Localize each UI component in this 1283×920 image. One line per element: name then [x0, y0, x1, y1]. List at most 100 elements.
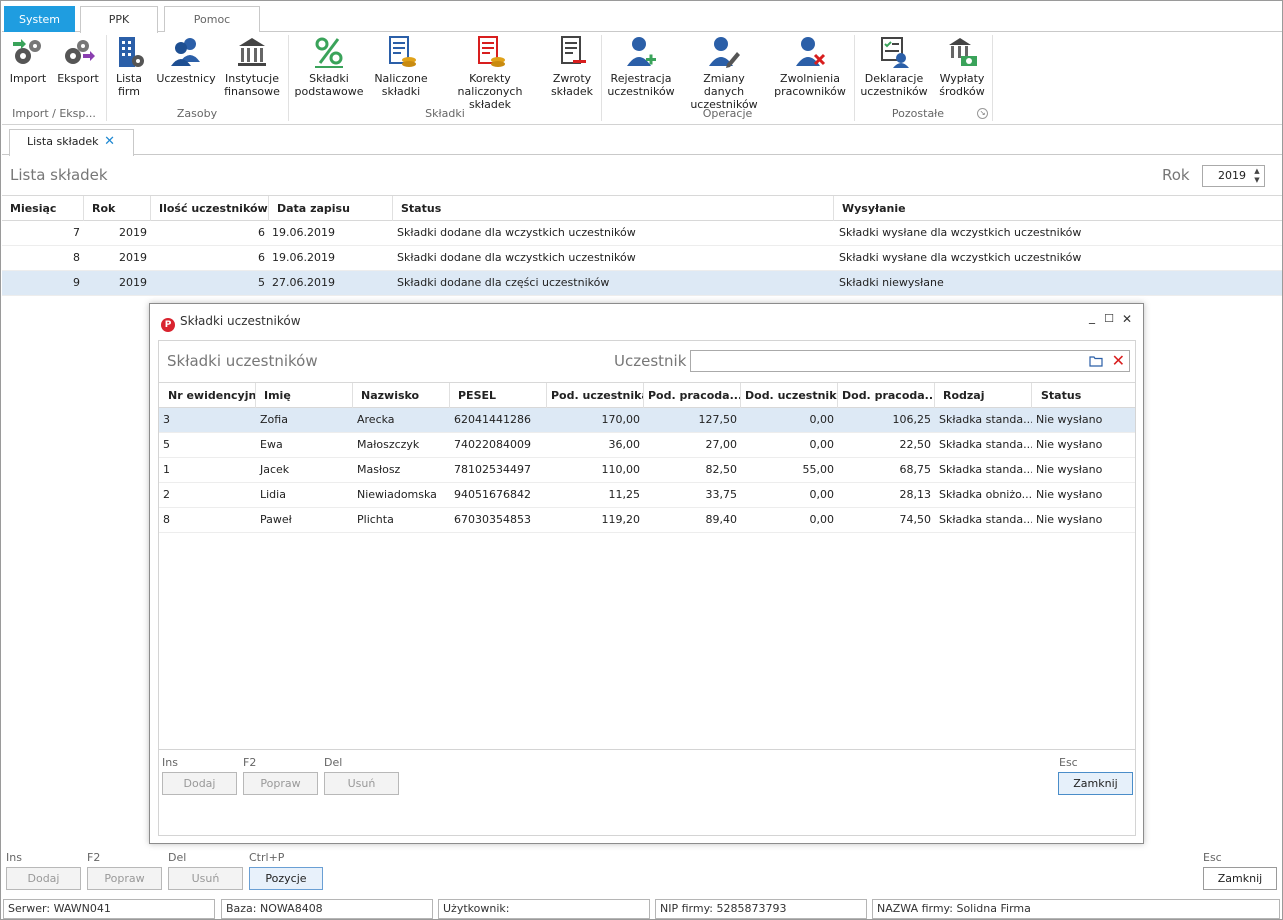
zmiany-danych-uczestnikow-label: Zmiany danych uczestników: [690, 72, 758, 111]
key-hint-f2: F2: [87, 851, 101, 864]
key-hint-del: Del: [324, 756, 343, 769]
cell-dod-pracodawcy: 106,25: [892, 413, 932, 426]
col-dod-uczestnika[interactable]: Dod. uczestnika: [741, 383, 838, 408]
cell-imie: Ewa: [260, 438, 283, 451]
col-nazwisko[interactable]: Nazwisko: [353, 383, 450, 408]
grid-header: Nr ewidencyjny Imię Nazwisko PESEL Pod. …: [159, 382, 1135, 408]
tab-ppk[interactable]: PPK: [80, 6, 158, 33]
col-nr[interactable]: Nr ewidencyjny: [159, 383, 256, 408]
col-data-zapisu[interactable]: Data zapisu: [269, 196, 393, 221]
col-imie[interactable]: Imię: [256, 383, 353, 408]
col-wysylanie[interactable]: Wysyłanie: [834, 196, 1282, 221]
cell-pesel: 74022084009: [454, 438, 531, 451]
cell-pod-uczestnika: 11,25: [608, 488, 641, 501]
deklaracje-uczestnikow-button[interactable]: Deklaracje uczestników: [858, 34, 930, 106]
popraw-button[interactable]: Popraw: [87, 867, 162, 890]
lista-firm-button[interactable]: Lista firm: [110, 34, 148, 106]
cell-status: Składki dodane dla części uczestników: [397, 276, 610, 289]
tab-pomoc[interactable]: Pomoc: [164, 6, 260, 32]
table-row[interactable]: 5 Ewa Małoszczyk 74022084009 36,00 27,00…: [159, 433, 1135, 458]
cell-pod-uczestnika: 36,00: [608, 438, 641, 451]
col-pod-pracodawcy[interactable]: Pod. pracoda...: [644, 383, 741, 408]
dodaj-button[interactable]: Dodaj: [6, 867, 81, 890]
group-launcher-icon[interactable]: ↘: [977, 108, 988, 119]
zwolnienia-pracownikow-button[interactable]: Zwolnienia pracowników: [771, 34, 849, 106]
cell-nr: 1: [163, 463, 170, 476]
skladki-podstawowe-button[interactable]: Składki podstawowe: [293, 34, 365, 106]
cell-rok: 2019: [119, 251, 147, 264]
spinner-arrows-icon[interactable]: ▲ ▼: [1252, 167, 1262, 185]
status-uzytkownik: Użytkownik:: [438, 899, 650, 919]
document-correction-icon: [478, 36, 505, 67]
table-row[interactable]: 8 2019 6 19.06.2019 Składki dodane dla w…: [2, 246, 1282, 271]
close-icon[interactable]: ✕: [1120, 312, 1134, 326]
import-button[interactable]: Import: [7, 34, 49, 106]
clear-icon[interactable]: ✕: [1112, 352, 1125, 370]
col-status[interactable]: Status: [1032, 383, 1135, 408]
cell-status: Nie wysłano: [1036, 513, 1103, 526]
dodaj-button[interactable]: Dodaj: [162, 772, 237, 795]
rok-spinner[interactable]: 2019 ▲ ▼: [1202, 165, 1265, 187]
zmiany-danych-uczestnikow-button[interactable]: Zmiany danych uczestników: [684, 34, 764, 111]
korekty-naliczonych-skladek-button[interactable]: Korekty naliczonych składek: [437, 34, 543, 111]
popraw-button[interactable]: Popraw: [243, 772, 318, 795]
cell-pesel: 78102534497: [454, 463, 531, 476]
document-return-icon: [561, 36, 586, 64]
table-row[interactable]: 1 Jacek Masłosz 78102534497 110,00 82,50…: [159, 458, 1135, 483]
table-row[interactable]: 2 Lidia Niewiadomska 94051676842 11,25 3…: [159, 483, 1135, 508]
usun-button[interactable]: Usuń: [324, 772, 399, 795]
naliczone-skladki-button[interactable]: Naliczone składki: [372, 34, 430, 106]
col-dod-pracodawcy[interactable]: Dod. pracoda...: [838, 383, 935, 408]
group-pozostale: Pozostałe: [891, 107, 945, 120]
tab-system[interactable]: System: [4, 6, 75, 32]
cell-wysylanie: Składki wysłane dla wczystkich uczestnik…: [839, 251, 1082, 264]
maximize-icon[interactable]: ☐: [1102, 312, 1116, 325]
zamknij-dialog-button[interactable]: Zamknij: [1058, 772, 1133, 795]
tab-lista-skladek[interactable]: Lista składek ✕: [9, 129, 134, 156]
rejestracja-uczestnikow-button[interactable]: Rejestracja uczestników: [605, 34, 677, 106]
pozycje-button[interactable]: Pozycje: [249, 867, 323, 890]
instytucje-finansowe-button[interactable]: Instytucje finansowe: [221, 34, 283, 106]
ribbon-separator: [992, 35, 993, 121]
zwroty-skladek-button[interactable]: Zwroty składek: [549, 34, 595, 106]
cell-pod-uczestnika: 119,20: [601, 513, 641, 526]
cell-nr: 3: [163, 413, 170, 426]
cell-imie: Lidia: [260, 488, 286, 501]
uczestnicy-grid: Nr ewidencyjny Imię Nazwisko PESEL Pod. …: [159, 382, 1135, 533]
wyplaty-srodkow-button[interactable]: Wypłaty środków: [936, 34, 988, 106]
cell-imie: Paweł: [260, 513, 292, 526]
lista-firm-label: Lista firm: [116, 72, 142, 98]
close-tab-icon[interactable]: ✕: [104, 130, 115, 154]
cell-status: Nie wysłano: [1036, 463, 1103, 476]
cell-rodzaj: Składka standa...: [939, 413, 1032, 426]
cell-dod-pracodawcy: 22,50: [899, 438, 932, 451]
cell-rodzaj: Składka obniżo...: [939, 488, 1032, 501]
col-miesiac[interactable]: Miesiąc: [2, 196, 84, 221]
tab-lista-skladek-label: Lista składek: [27, 135, 99, 148]
col-rok[interactable]: Rok: [84, 196, 151, 221]
uczestnicy-button[interactable]: Uczestnicy: [156, 34, 216, 106]
cell-pesel: 94051676842: [454, 488, 531, 501]
minimize-icon[interactable]: _: [1085, 310, 1099, 324]
zamknij-button[interactable]: Zamknij: [1203, 867, 1277, 890]
dialog-subtitle: Składki uczestników: [167, 352, 318, 370]
col-rodzaj[interactable]: Rodzaj: [935, 383, 1032, 408]
table-row[interactable]: 7 2019 6 19.06.2019 Składki dodane dla w…: [2, 221, 1282, 246]
page-title: Lista składek: [10, 166, 108, 184]
uczestnik-input[interactable]: ✕: [690, 350, 1130, 372]
cell-ilosc: 6: [258, 251, 265, 264]
cell-data: 19.06.2019: [272, 251, 335, 264]
col-pesel[interactable]: PESEL: [450, 383, 547, 408]
col-ilosc[interactable]: Ilość uczestników: [151, 196, 269, 221]
folder-icon[interactable]: [1089, 355, 1103, 367]
building-icon: [119, 37, 144, 67]
col-pod-uczestnika[interactable]: Pod. uczestnika: [547, 383, 644, 408]
cell-data: 27.06.2019: [272, 276, 335, 289]
table-row[interactable]: 8 Paweł Plichta 67030354853 119,20 89,40…: [159, 508, 1135, 533]
usun-button[interactable]: Usuń: [168, 867, 243, 890]
cell-status: Nie wysłano: [1036, 488, 1103, 501]
export-button[interactable]: Eksport: [55, 34, 101, 106]
table-row-selected[interactable]: 3 Zofia Arecka 62041441286 170,00 127,50…: [159, 408, 1135, 433]
col-status[interactable]: Status: [393, 196, 834, 221]
table-row-selected[interactable]: 9 2019 5 27.06.2019 Składki dodane dla c…: [2, 271, 1282, 296]
